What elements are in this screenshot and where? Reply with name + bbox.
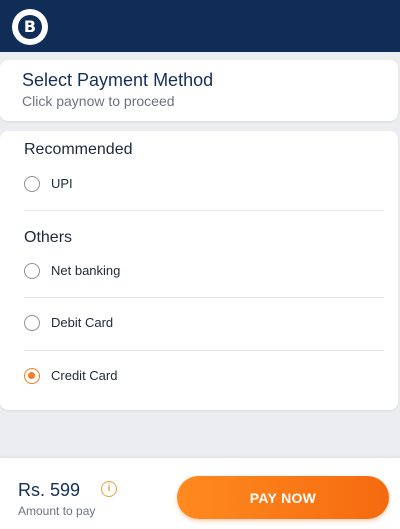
section-title-others: Others: [24, 229, 73, 246]
payment-option-label: Debit Card: [51, 315, 114, 330]
brand-logo: B: [12, 9, 48, 45]
divider: [24, 350, 384, 351]
payment-header-card: Select Payment Method Click paynow to pr…: [0, 60, 398, 121]
page-title: Select Payment Method: [22, 70, 214, 90]
payment-option-credit-card[interactable]: Credit Card: [0, 360, 398, 396]
payment-option-debit-card[interactable]: Debit Card: [0, 307, 398, 343]
page-subtitle: Click paynow to proceed: [22, 93, 175, 109]
radio-button-icon[interactable]: [24, 315, 40, 331]
divider: [24, 210, 384, 211]
payment-option-label: UPI: [51, 176, 73, 191]
top-bar: B: [0, 0, 400, 52]
radio-button-icon[interactable]: [24, 263, 40, 279]
divider: [24, 297, 384, 298]
payment-option-upi[interactable]: UPI: [0, 168, 398, 204]
section-title-recommended: Recommended: [24, 141, 133, 158]
pay-now-button[interactable]: PAY NOW: [177, 476, 389, 519]
info-icon[interactable]: i: [101, 481, 117, 497]
radio-button-selected-icon[interactable]: [24, 368, 40, 384]
payment-option-net-banking[interactable]: Net banking: [0, 255, 398, 291]
brand-logo-icon: B: [18, 15, 42, 39]
payment-option-label: Net banking: [51, 263, 121, 278]
payment-option-label: Credit Card: [51, 368, 118, 383]
payment-methods-card: Recommended UPI Others Net banking Debit…: [0, 131, 398, 410]
amount-value: Rs. 599: [18, 480, 81, 500]
amount-label: Amount to pay: [18, 504, 96, 518]
radio-button-icon[interactable]: [24, 176, 40, 192]
